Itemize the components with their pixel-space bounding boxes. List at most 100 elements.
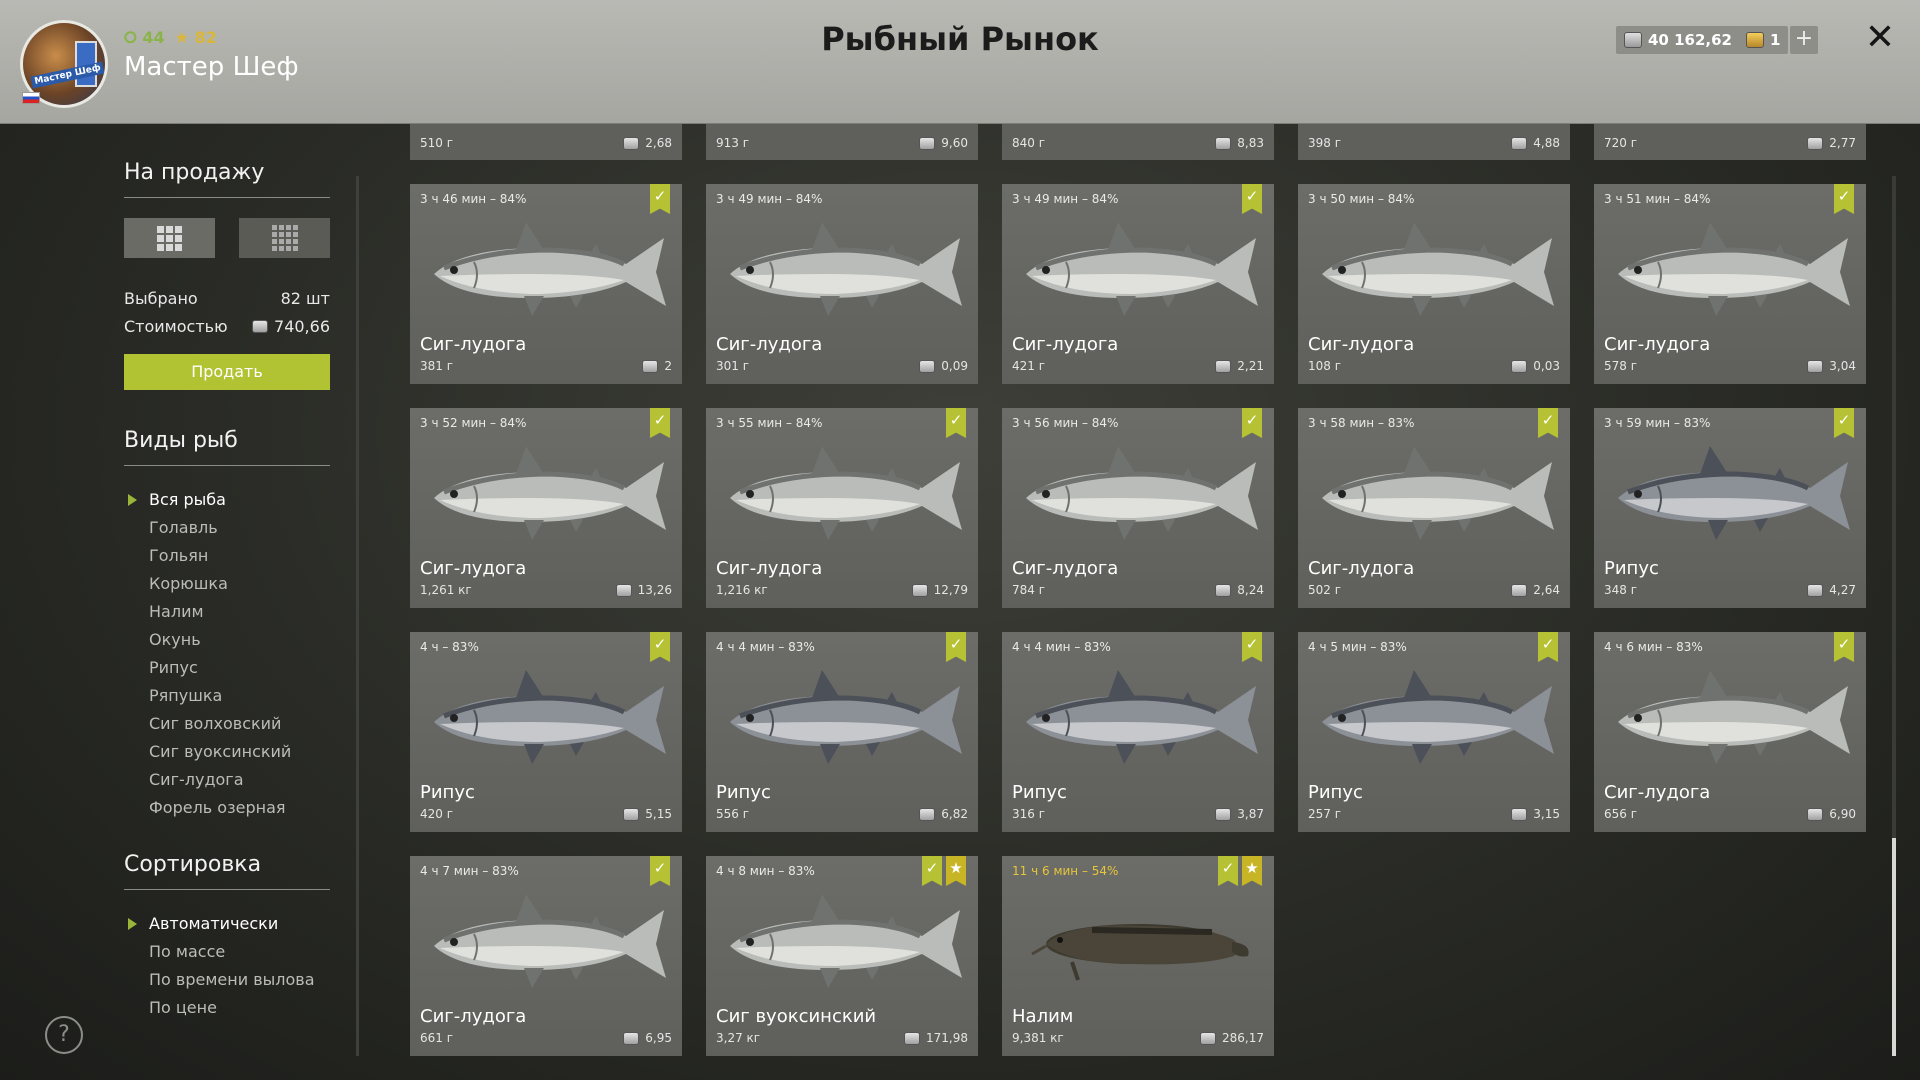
fish-name: Рипус <box>420 782 475 803</box>
whitefish-image <box>1618 670 1850 764</box>
fish-card[interactable]: 4 ч 4 мин – 83% ✓ Рипус 316 г 3,87 <box>1002 632 1274 832</box>
fish-card[interactable]: 4 ч 8 мин – 83% ✓ ★ Сиг вуоксинский 3,27 … <box>706 856 978 1056</box>
fish-card[interactable]: 3 ч 50 мин – 84% Сиг-лудога 108 г 0,03 <box>1298 184 1570 384</box>
fish-price: 6,95 <box>623 1031 672 1045</box>
fish-weight: 9,381 кг <box>1012 1031 1064 1045</box>
fish-weight: 502 г <box>1308 583 1342 597</box>
fish-weight: 556 г <box>716 807 750 821</box>
fish-price-value: 4,88 <box>1533 136 1560 150</box>
fish-price-value: 2,68 <box>645 136 672 150</box>
fish-price: 5,15 <box>623 807 672 821</box>
whitefish-image <box>730 222 962 316</box>
fish-name: Рипус <box>716 782 771 803</box>
fish-price: 0,03 <box>1511 359 1560 373</box>
silver-coin-icon <box>1215 136 1232 150</box>
fish-card[interactable]: 3 ч 59 мин – 83% ✓ Рипус 348 г 4,27 <box>1594 408 1866 608</box>
silver-coin-icon <box>1807 359 1824 373</box>
fish-card[interactable]: 11 ч 6 мин – 54% ✓ ★ Налим 9,381 кг 286,1… <box>1002 856 1274 1056</box>
fish-price-value: 4,27 <box>1829 583 1856 597</box>
catch-time: 4 ч 4 мин – 83% <box>1012 640 1111 654</box>
silver-coin-icon <box>904 1031 920 1045</box>
fish-price: 3,04 <box>1807 359 1856 373</box>
silver-coin-icon <box>1807 807 1824 821</box>
silver-coin-icon <box>1511 807 1528 821</box>
fish-name: Сиг-лудога <box>420 558 527 579</box>
fish-weight: 381 г <box>420 359 454 373</box>
silver-coin-icon <box>623 136 640 150</box>
fish-card-partial[interactable]: 510 г 2,68 <box>410 124 682 160</box>
fish-price-value: 9,60 <box>941 136 968 150</box>
fish-weight: 661 г <box>420 1031 454 1045</box>
fish-card-partial[interactable]: 840 г 8,83 <box>1002 124 1274 160</box>
silver-coin-icon <box>1807 583 1824 597</box>
fish-price-value: 13,26 <box>637 583 672 597</box>
catch-time: 3 ч 52 мин – 84% <box>420 416 527 430</box>
fish-weight: 257 г <box>1308 807 1342 821</box>
fish-card-partial[interactable]: 913 г 9,60 <box>706 124 978 160</box>
fish-card[interactable]: 3 ч 46 мин – 84% ✓ Сиг-лудога 381 г 2 <box>410 184 682 384</box>
fish-card[interactable]: 3 ч 56 мин – 84% ✓ Сиг-лудога 784 г 8,24 <box>1002 408 1274 608</box>
silver-coin-icon <box>1215 359 1232 373</box>
whitefish-image <box>1322 446 1554 540</box>
fish-weight: 398 г <box>1308 136 1342 150</box>
fish-name: Рипус <box>1308 782 1363 803</box>
fish-card[interactable]: 3 ч 49 мин – 84% ✓ Сиг-лудога 421 г 2,21 <box>1002 184 1274 384</box>
catch-time: 3 ч 58 мин – 83% <box>1308 416 1415 430</box>
fish-price-value: 12,79 <box>933 583 968 597</box>
fish-price-value: 171,98 <box>926 1031 968 1045</box>
fish-card[interactable]: 4 ч 6 мин – 83% ✓ Сиг-лудога 656 г 6,90 <box>1594 632 1866 832</box>
fish-weight: 1,216 кг <box>716 583 768 597</box>
fish-weight: 108 г <box>1308 359 1342 373</box>
fish-card[interactable]: 3 ч 51 мин – 84% ✓ Сиг-лудога 578 г 3,04 <box>1594 184 1866 384</box>
fish-name: Сиг-лудога <box>1012 558 1119 579</box>
fish-price-value: 2,77 <box>1829 136 1856 150</box>
fish-price-value: 286,17 <box>1222 1031 1264 1045</box>
fish-name: Сиг-лудога <box>1012 334 1119 355</box>
ripus-image <box>730 670 962 764</box>
fish-card[interactable]: 4 ч 7 мин – 83% ✓ Сиг-лудога 661 г 6,95 <box>410 856 682 1056</box>
whitefish-image <box>434 894 666 988</box>
fish-weight: 578 г <box>1604 359 1638 373</box>
fish-card[interactable]: 4 ч 4 мин – 83% ✓ Рипус 556 г 6,82 <box>706 632 978 832</box>
fish-card[interactable]: 4 ч – 83% ✓ Рипус 420 г 5,15 <box>410 632 682 832</box>
fish-weight: 301 г <box>716 359 750 373</box>
fish-price-value: 6,82 <box>941 807 968 821</box>
ripus-image <box>1322 670 1554 764</box>
ripus-image <box>1618 446 1850 540</box>
fish-card[interactable]: 3 ч 55 мин – 84% ✓ Сиг-лудога 1,216 кг 1… <box>706 408 978 608</box>
silver-coin-icon <box>642 359 659 373</box>
fish-card[interactable]: 3 ч 58 мин – 83% ✓ Сиг-лудога 502 г 2,64 <box>1298 408 1570 608</box>
silver-coin-icon <box>615 583 632 597</box>
fish-card-partial[interactable]: 720 г 2,77 <box>1594 124 1866 160</box>
catch-time: 3 ч 49 мин – 84% <box>1012 192 1119 206</box>
fish-price-value: 2 <box>664 359 672 373</box>
whitefish-image <box>1026 222 1258 316</box>
fish-name: Сиг вуоксинский <box>716 1006 877 1027</box>
fish-price: 8,24 <box>1215 583 1264 597</box>
fish-price-value: 0,03 <box>1533 359 1560 373</box>
catch-time: 4 ч – 83% <box>420 640 479 654</box>
fish-price: 286,17 <box>1200 1031 1264 1045</box>
fish-card-partial[interactable]: 398 г 4,88 <box>1298 124 1570 160</box>
catch-time: 3 ч 49 мин – 84% <box>716 192 823 206</box>
fish-card[interactable]: 3 ч 52 мин – 84% ✓ Сиг-лудога 1,261 кг 1… <box>410 408 682 608</box>
whitefish-image <box>1026 446 1258 540</box>
fish-price-value: 8,24 <box>1237 583 1264 597</box>
fish-weight: 913 г <box>716 136 750 150</box>
fish-price-value: 3,87 <box>1237 807 1264 821</box>
fish-price: 2,68 <box>623 136 672 150</box>
scrollbar-thumb[interactable] <box>1892 838 1896 1056</box>
fish-price: 9,60 <box>919 136 968 150</box>
fish-card[interactable]: 3 ч 49 мин – 84% Сиг-лудога 301 г 0,09 <box>706 184 978 384</box>
fish-name: Сиг-лудога <box>716 334 823 355</box>
whitefish-image <box>1322 222 1554 316</box>
fish-card[interactable]: 4 ч 5 мин – 83% ✓ Рипус 257 г 3,15 <box>1298 632 1570 832</box>
catch-time: 3 ч 46 мин – 84% <box>420 192 527 206</box>
fish-price: 8,83 <box>1215 136 1264 150</box>
fish-price-value: 3,04 <box>1829 359 1856 373</box>
fish-price-value: 5,15 <box>645 807 672 821</box>
fish-price: 13,26 <box>615 583 672 597</box>
whitefish-image <box>730 446 962 540</box>
whitefish-image <box>730 894 962 988</box>
silver-coin-icon <box>911 583 928 597</box>
